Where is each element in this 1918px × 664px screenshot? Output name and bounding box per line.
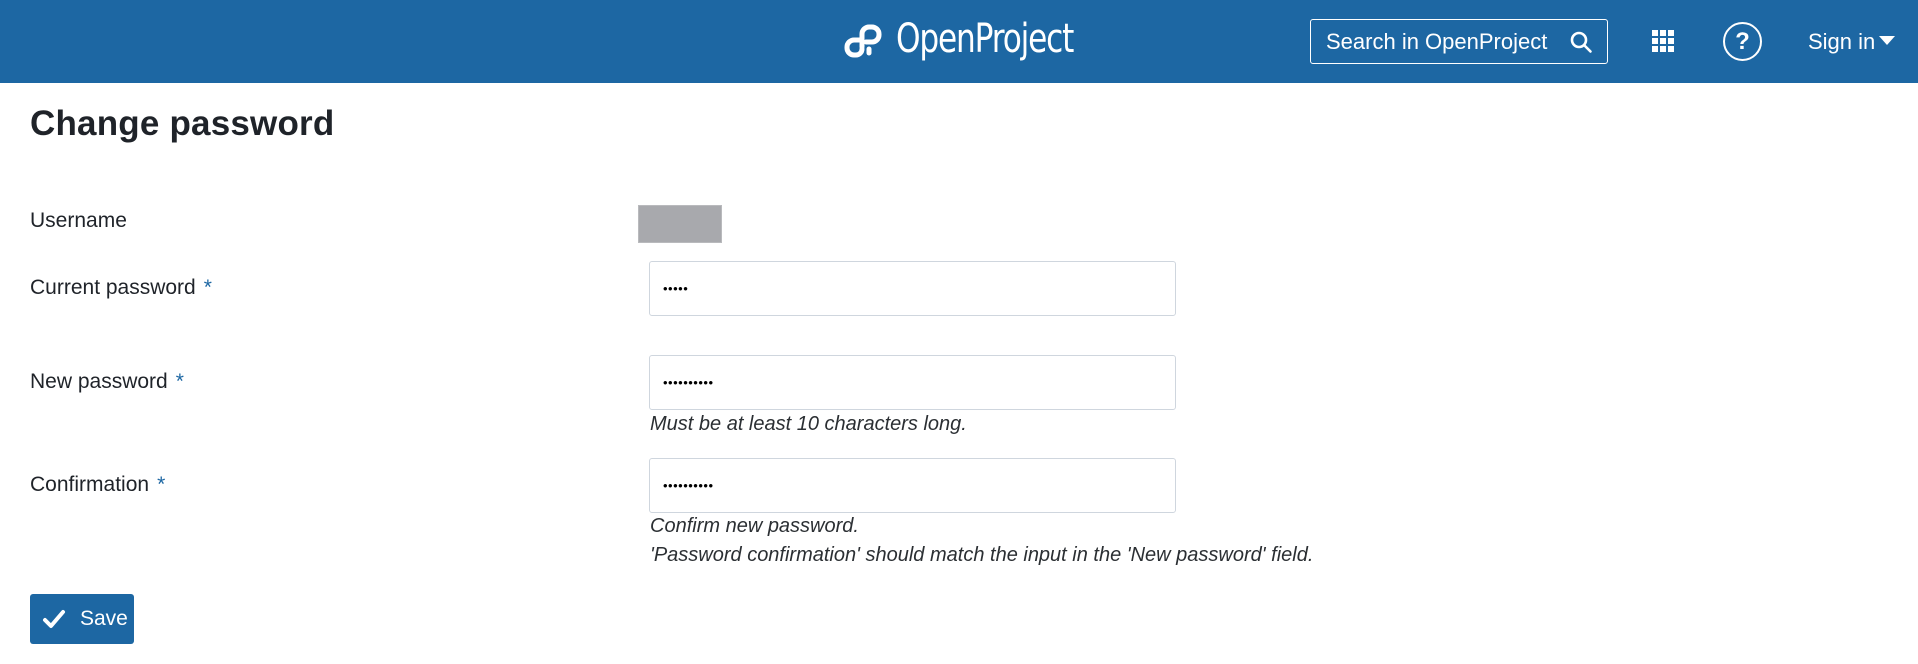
save-button[interactable]: Save: [30, 594, 134, 644]
search-input[interactable]: Search in OpenProject: [1310, 19, 1608, 64]
grid-dot: [1660, 38, 1666, 44]
username-label: Username: [30, 209, 127, 233]
new-password-hint: Must be at least 10 characters long.: [650, 413, 967, 435]
confirmation-hint: Confirm new password.: [650, 515, 859, 537]
new-password-value: ••••••••••: [663, 375, 714, 390]
current-password-value: •••••: [663, 281, 689, 296]
top-header: OpenProject Search in OpenProject ? Sign…: [0, 0, 1918, 83]
help-icon[interactable]: ?: [1723, 22, 1762, 61]
grid-dot: [1660, 46, 1666, 52]
required-marker: *: [157, 473, 166, 496]
new-password-label-text: New password: [30, 370, 168, 393]
grid-dot: [1652, 38, 1658, 44]
logo-text: OpenProject: [896, 16, 1074, 62]
grid-dot: [1652, 46, 1658, 52]
search-placeholder: Search in OpenProject: [1326, 28, 1548, 54]
confirmation-label-text: Confirmation: [30, 473, 150, 496]
required-marker: *: [175, 370, 184, 393]
grid-dot: [1668, 46, 1674, 52]
current-password-input[interactable]: •••••: [649, 261, 1176, 316]
confirmation-value: ••••••••••: [663, 478, 714, 493]
check-icon: [43, 610, 65, 628]
confirmation-label: Confirmation *: [30, 473, 165, 497]
sign-in-button[interactable]: Sign in: [1808, 26, 1896, 58]
save-label: Save: [80, 607, 128, 630]
grid-dot: [1668, 38, 1674, 44]
current-password-label: Current password *: [30, 276, 212, 300]
caret-down-icon: [1879, 35, 1896, 45]
confirmation-input[interactable]: ••••••••••: [649, 458, 1176, 513]
search-icon[interactable]: [1569, 30, 1593, 54]
username-label-text: Username: [30, 209, 127, 232]
new-password-label: New password *: [30, 370, 184, 394]
openproject-logo[interactable]: OpenProject: [840, 14, 1123, 64]
sign-in-label: Sign in: [1808, 29, 1876, 54]
confirmation-match-hint: 'Password confirmation' should match the…: [650, 544, 1314, 566]
new-password-input[interactable]: ••••••••••: [649, 355, 1176, 410]
modules-grid-icon[interactable]: [1652, 30, 1674, 52]
openproject-logo-icon: [844, 24, 882, 58]
required-marker: *: [203, 276, 212, 299]
current-password-label-text: Current password: [30, 276, 196, 299]
grid-dot: [1668, 30, 1674, 36]
username-value-redacted: [638, 205, 722, 243]
grid-dot: [1652, 30, 1658, 36]
page-title: Change password: [30, 104, 335, 143]
help-glyph: ?: [1735, 27, 1750, 55]
grid-dot: [1660, 30, 1666, 36]
